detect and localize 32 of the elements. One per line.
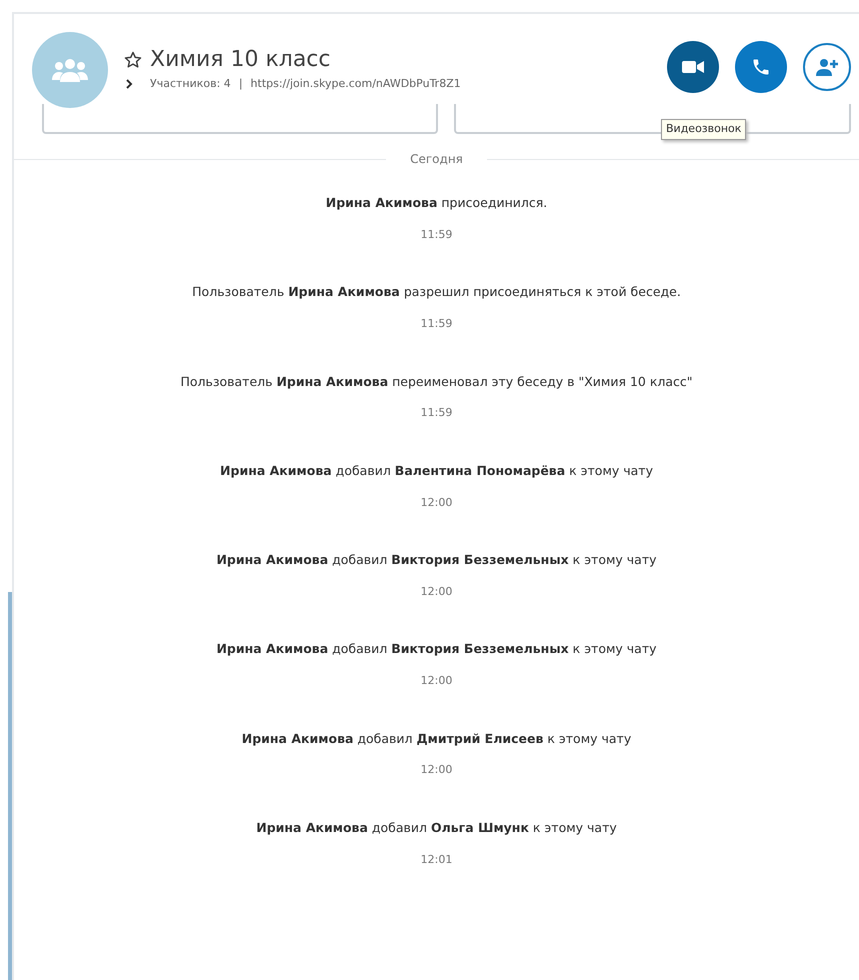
phone-icon: [751, 57, 771, 77]
people-icon: [52, 58, 88, 82]
message-time: 12:00: [420, 494, 452, 510]
chevron-icon[interactable]: [124, 79, 134, 90]
join-link[interactable]: https://join.skype.com/nAWDbPuTr8Z1: [250, 76, 461, 92]
video-call-button[interactable]: [667, 41, 719, 93]
system-message: Ирина Акимова добавил Виктория Безземельных к этому чату: [216, 551, 657, 569]
message-time: 11:59: [420, 405, 452, 422]
system-message: Ирина Акимова добавил Дмитрий Елисеев к этому чату: [242, 730, 632, 748]
star-icon[interactable]: [124, 50, 142, 69]
system-message: Пользователь Ирина Акимова разрешил присоединяться к этой беседе.: [192, 283, 681, 302]
system-message: Ирина Акимова добавил Виктория Безземельных к этому чату: [216, 640, 657, 658]
add-person-icon: [815, 58, 839, 76]
chat-title: Химия 10 класс: [150, 48, 331, 72]
message-time: 11:59: [420, 226, 452, 243]
add-participant-button[interactable]: [803, 43, 851, 91]
message-time: 11:59: [420, 316, 452, 332]
date-divider: Сегодня: [409, 151, 464, 168]
participants-count: Участников: 4: [150, 76, 231, 92]
scrollbar[interactable]: [8, 592, 12, 980]
tooltip: Видеозвонок: [661, 119, 746, 140]
system-message: Ирина Акимова добавил Валентина Пономарёва к этому чату: [220, 462, 653, 480]
call-button[interactable]: [735, 41, 787, 93]
system-message: Ирина Акимова присоединился.: [326, 194, 548, 212]
message-time: 12:00: [420, 673, 452, 689]
message-time: 12:01: [420, 852, 452, 868]
system-message: Пользователь Ирина Акимова переименовал эту беседу в "Химия 10 класс": [180, 372, 693, 391]
separator: |: [238, 76, 243, 92]
camera-icon: [682, 60, 704, 74]
message-time: 12:00: [420, 584, 452, 600]
message-time: 12:00: [420, 762, 452, 778]
system-message: Ирина Акимова добавил Ольга Шмунк к этому чату: [256, 818, 617, 837]
